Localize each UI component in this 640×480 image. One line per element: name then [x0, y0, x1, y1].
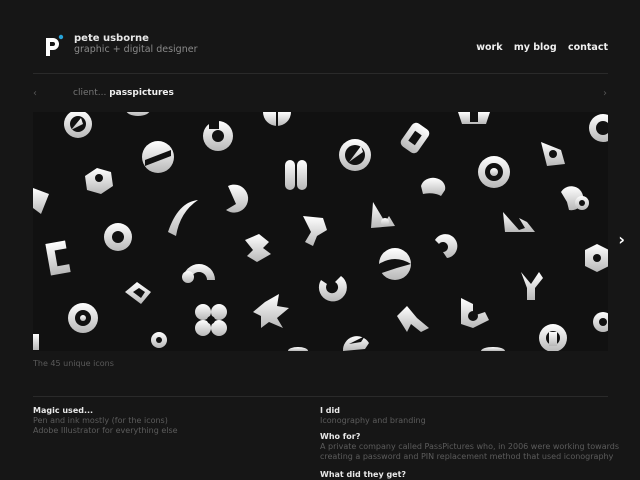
nav-work[interactable]: work [476, 42, 502, 53]
next-arrow-icon[interactable]: › [603, 88, 607, 99]
project-details: I did Iconography and branding Who for? … [320, 406, 620, 480]
tools-line: Adobe Illustrator for everything else [33, 426, 178, 435]
site-tagline: graphic + digital designer [74, 44, 198, 55]
icon-showcase-image [33, 112, 608, 351]
client-heading: Who for? [320, 432, 361, 441]
image-caption: The 45 unique icons [33, 359, 114, 368]
tools-section: Magic used... Pen and ink mostly (for th… [33, 406, 178, 436]
project-breadcrumb: client... passpictures [73, 88, 174, 98]
role-text: Iconography and branding [320, 416, 426, 425]
next-slide-icon[interactable]: › [618, 230, 625, 249]
client-text: A private company called PassPictures wh… [320, 442, 619, 451]
site-name: pete usborne [74, 33, 149, 44]
tools-heading: Magic used... [33, 406, 94, 415]
divider [33, 73, 608, 74]
main-nav: work my blog contact [468, 42, 608, 53]
result-heading: What did they get? [320, 470, 407, 479]
divider [33, 396, 608, 397]
nav-contact[interactable]: contact [568, 42, 608, 53]
client-name: passpictures [109, 88, 174, 98]
tools-line: Pen and ink mostly (for the icons) [33, 416, 168, 425]
client-label: client... [73, 88, 107, 98]
prev-arrow-icon[interactable]: ‹ [33, 88, 37, 99]
role-heading: I did [320, 406, 340, 415]
brand: pete usborne graphic + digital designer [74, 33, 197, 55]
logo-icon[interactable] [40, 32, 66, 58]
nav-my-blog[interactable]: my blog [514, 42, 557, 53]
client-text: creating a password and PIN replacement … [320, 452, 614, 461]
